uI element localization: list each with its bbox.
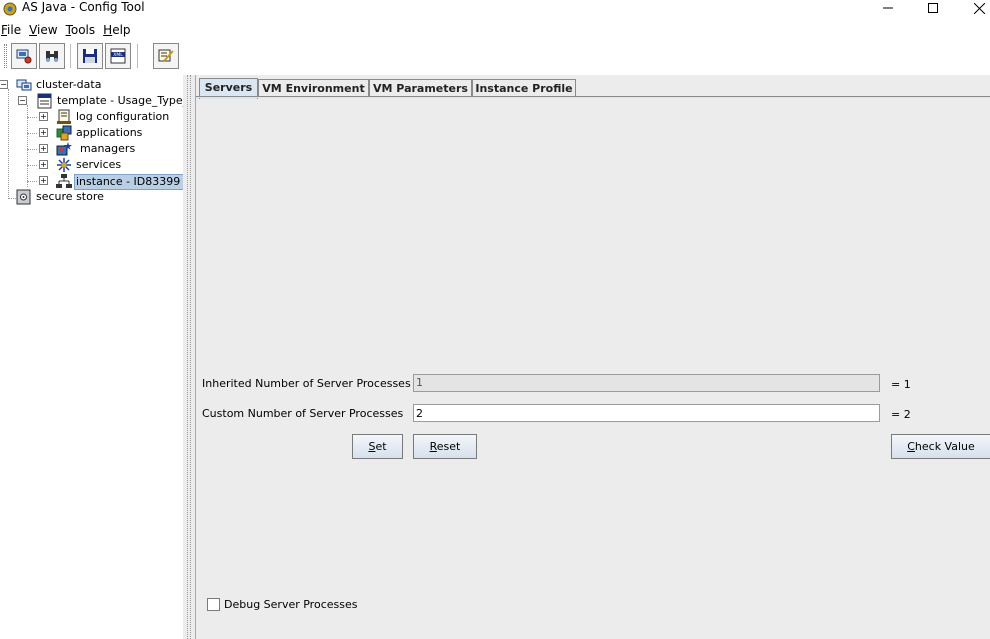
debug-server-processes-checkbox[interactable] (207, 598, 220, 611)
tree-item-instance[interactable]: + instance - ID83399 ( (0, 173, 183, 190)
custom-processes-result: = 2 (891, 408, 911, 421)
find-icon (46, 51, 58, 62)
inherited-processes-field: 1 (413, 374, 880, 392)
maximize-icon (928, 3, 938, 13)
tree-item-managers[interactable]: + managers (0, 141, 183, 157)
menu-view[interactable]: View (28, 23, 57, 37)
tree-label: cluster-data (36, 78, 102, 91)
xml-export-icon: XML (110, 48, 126, 64)
menu-help-label: elp (112, 23, 131, 37)
minimize-icon (883, 7, 893, 9)
check-label: heck Value (914, 440, 975, 453)
expand-icon[interactable]: + (39, 160, 48, 169)
edit-button[interactable] (153, 43, 179, 69)
collapse-icon[interactable]: − (0, 80, 8, 89)
tree-connector (27, 133, 37, 134)
tree-connector (27, 149, 37, 150)
tree-connector (27, 181, 37, 182)
expand-icon[interactable]: + (39, 112, 48, 121)
maximize-button[interactable] (918, 0, 948, 16)
set-button[interactable]: Set (352, 434, 403, 459)
reset-button[interactable]: Reset (413, 434, 477, 459)
collapse-icon[interactable]: − (18, 96, 27, 105)
tree-item-cluster-data[interactable]: − cluster-data (0, 77, 183, 93)
menu-file-label: ile (7, 23, 22, 37)
window-title: AS Java - Config Tool (22, 0, 145, 14)
expand-icon[interactable]: + (39, 128, 48, 137)
secure-store-icon (16, 189, 31, 205)
split-divider[interactable] (183, 75, 195, 639)
tree-connector (27, 117, 37, 118)
menu-file[interactable]: File (0, 23, 21, 37)
edit-icon (158, 49, 174, 62)
tree-label-selected: instance - ID83399 ( (74, 174, 183, 190)
config-tree[interactable]: − cluster-data − template - Usage_Type_ … (0, 75, 183, 639)
template-icon (37, 93, 52, 109)
menu-bar: File View Tools Help (0, 20, 990, 40)
applications-icon (56, 125, 72, 141)
save-button[interactable] (77, 43, 103, 69)
title-bar: AS Java - Config Tool (0, 0, 990, 18)
custom-processes-label: Custom Number of Server Processes (202, 407, 404, 420)
toolbar: XML (0, 40, 990, 72)
save-icon (83, 49, 97, 63)
services-icon (57, 158, 71, 172)
expand-icon[interactable]: + (39, 144, 48, 153)
tree-connector (27, 165, 37, 166)
tab-content-border (196, 96, 990, 98)
tree-item-secure-store[interactable]: secure store (0, 189, 183, 205)
content-panel: Servers VM Environment VM Parameters Ins… (195, 75, 990, 639)
svg-text:XML: XML (113, 52, 123, 58)
menu-help[interactable]: Help (102, 23, 130, 37)
split-grip[interactable] (187, 75, 191, 639)
menu-tools[interactable]: Tools (65, 23, 96, 37)
minimize-button[interactable] (873, 0, 903, 16)
tree-label: template - Usage_Type_ (57, 94, 183, 107)
menu-view-mnemonic: V (29, 23, 38, 37)
find-button[interactable] (39, 43, 65, 69)
reset-mnemonic: R (429, 440, 437, 453)
close-icon (973, 2, 985, 14)
cluster-icon (16, 79, 32, 91)
xml-export-button[interactable]: XML (105, 43, 131, 69)
connect-icon (16, 49, 32, 64)
tree-label: applications (76, 126, 143, 139)
set-label: et (375, 440, 387, 453)
inherited-processes-label: Inherited Number of Server Processes (202, 377, 411, 390)
custom-processes-input[interactable] (413, 404, 880, 422)
tree-label: services (76, 158, 122, 171)
menu-tools-label: ools (70, 23, 96, 37)
check-mnemonic: C (907, 440, 915, 453)
close-button[interactable] (964, 0, 990, 16)
connect-button[interactable] (11, 43, 37, 69)
tree-item-template[interactable]: − template - Usage_Type_ (0, 93, 183, 109)
log-configuration-icon (57, 109, 71, 124)
expand-icon[interactable]: + (39, 176, 48, 185)
app-icon (3, 2, 17, 16)
toolbar-grip[interactable] (4, 44, 7, 68)
inherited-processes-result: = 1 (891, 378, 911, 391)
managers-icon (56, 142, 72, 156)
debug-server-processes-label: Debug Server Processes (224, 598, 358, 611)
toolbar-separator (137, 44, 139, 68)
tree-item-log-configuration[interactable]: + log configuration (0, 109, 183, 125)
tree-item-services[interactable]: + services (0, 157, 183, 173)
tree-label: managers (80, 142, 136, 155)
tree-label: secure store (36, 190, 104, 203)
menu-help-mnemonic: H (103, 23, 113, 37)
tree-label: log configuration (76, 110, 170, 123)
menu-view-label: iew (37, 23, 58, 37)
tree-item-applications[interactable]: + applications (0, 125, 183, 141)
reset-label: eset (436, 440, 461, 453)
check-value-button[interactable]: Check Value (891, 434, 990, 459)
instance-icon (56, 174, 72, 188)
toolbar-separator (70, 44, 72, 68)
